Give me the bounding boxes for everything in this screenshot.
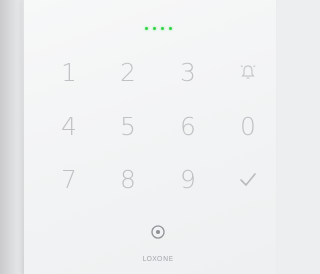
key-4[interactable]: 4 — [49, 110, 89, 142]
checkmark-icon — [239, 171, 257, 187]
status-led — [161, 27, 164, 30]
key-5[interactable]: 5 — [108, 110, 148, 142]
key-9[interactable]: 9 — [168, 163, 208, 195]
key-8[interactable]: 8 — [108, 163, 148, 195]
bell-icon — [239, 63, 257, 81]
key-6[interactable]: 6 — [168, 110, 208, 142]
key-0[interactable]: 0 — [228, 110, 268, 142]
brand-logo: LOXONE — [142, 255, 174, 263]
status-led — [169, 27, 172, 30]
status-led-row — [145, 27, 172, 30]
key-3[interactable]: 3 — [168, 56, 208, 88]
key-1[interactable]: 1 — [49, 56, 89, 88]
target-button[interactable] — [138, 216, 178, 248]
key-2[interactable]: 2 — [108, 56, 148, 88]
key-7[interactable]: 7 — [49, 163, 89, 195]
target-icon — [150, 224, 166, 240]
confirm-button[interactable] — [228, 163, 268, 195]
panel-edge — [22, 0, 24, 274]
bell-button[interactable] — [228, 56, 268, 88]
status-led — [145, 27, 148, 30]
status-led — [153, 27, 156, 30]
